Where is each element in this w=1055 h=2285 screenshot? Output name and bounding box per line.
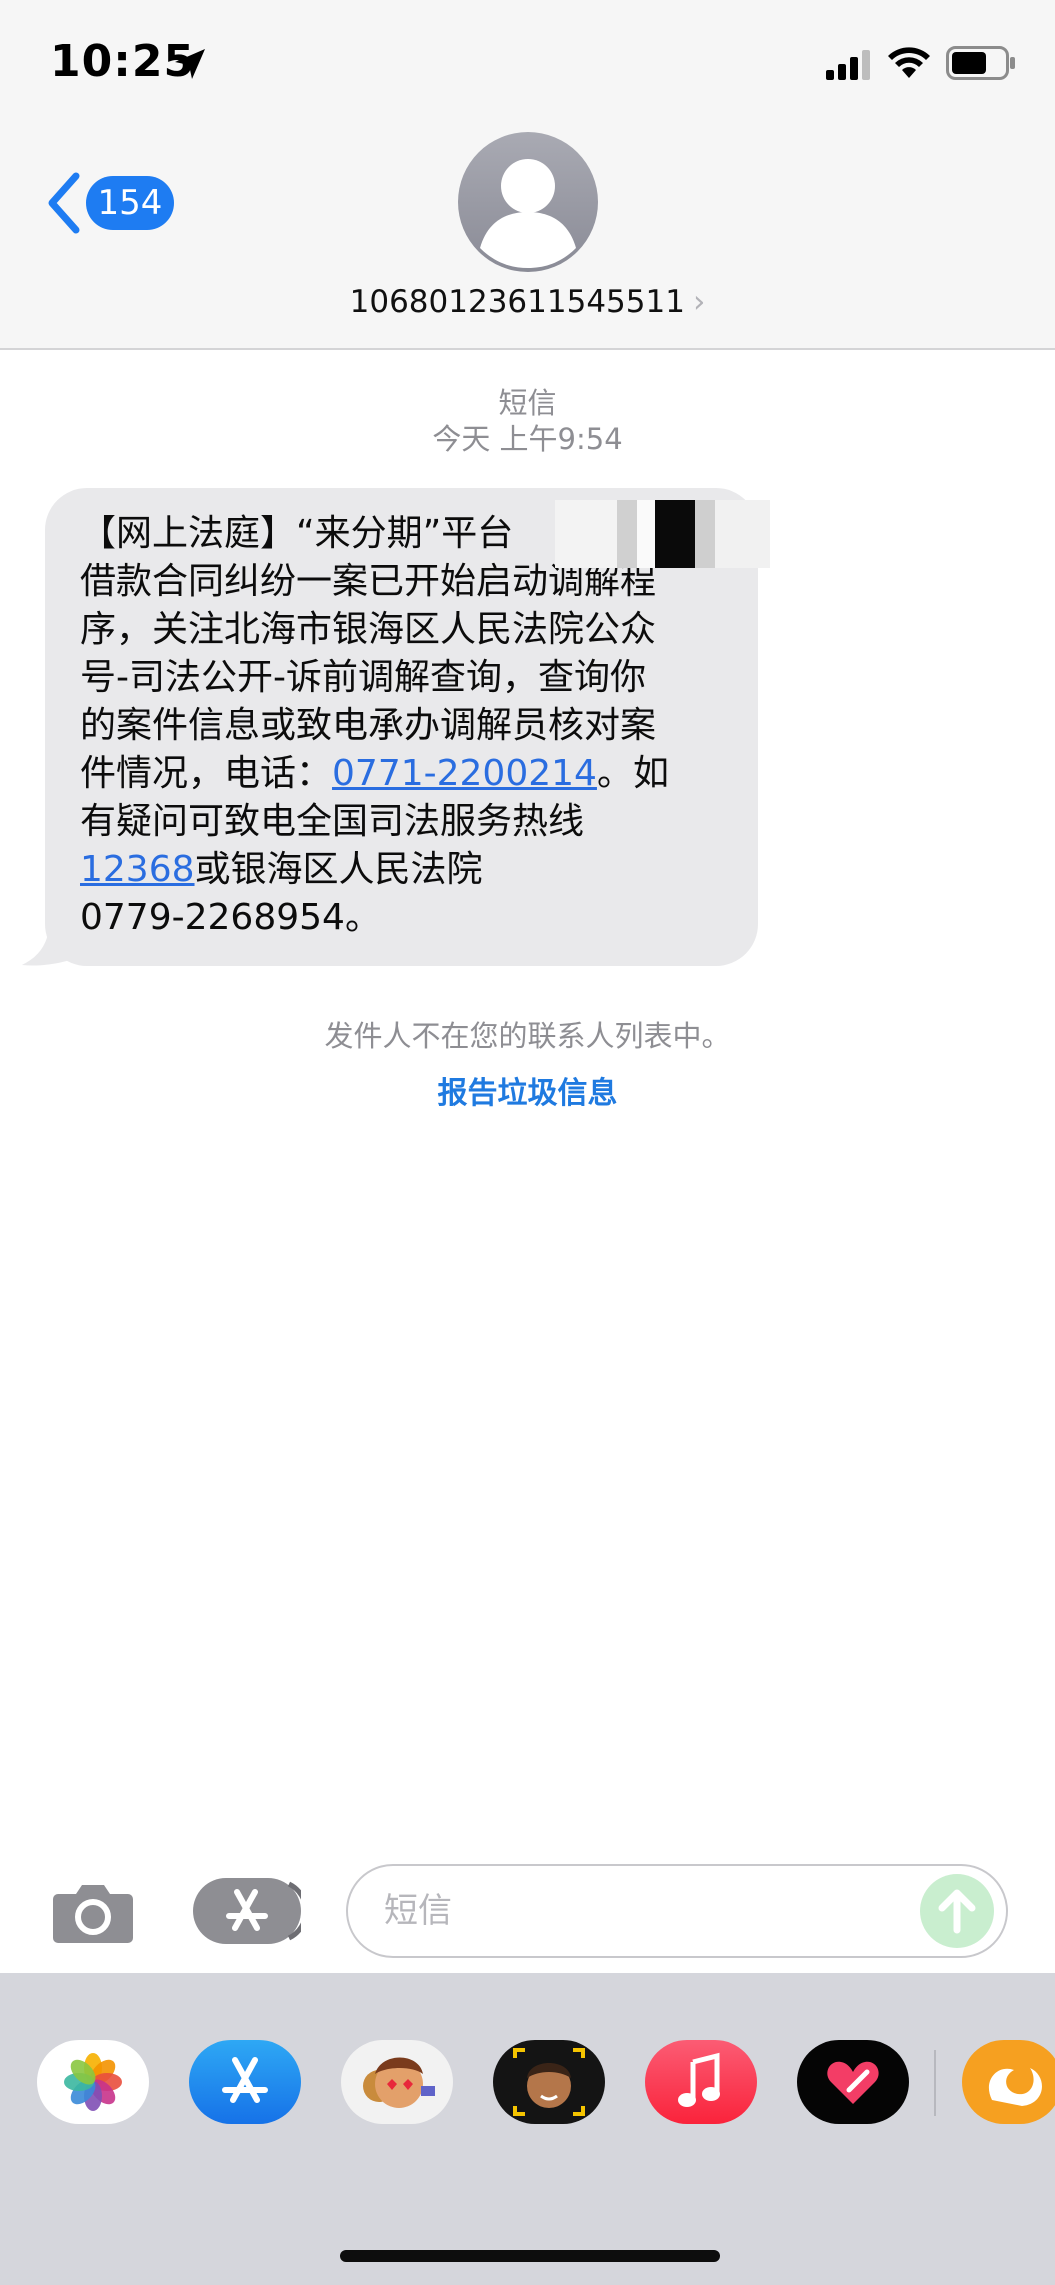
- conversation-meta: 短信 今天 上午9:54: [0, 385, 1055, 457]
- message-line-7: 有疑问可致电全国司法服务热线: [80, 801, 585, 842]
- uc-browser-icon[interactable]: [962, 2040, 1055, 2124]
- cellular-signal-icon: [826, 50, 870, 80]
- person-icon: [480, 159, 576, 268]
- arrow-up-icon: [938, 1889, 976, 1934]
- conversation-header: 10:25 154 10680123611545511 ›: [0, 0, 1055, 350]
- app-store-icon[interactable]: [189, 2040, 301, 2124]
- report-junk-link[interactable]: 报告垃圾信息: [0, 1068, 1055, 1112]
- digital-touch-icon[interactable]: [797, 2040, 909, 2124]
- app-drawer: [0, 1973, 1055, 2285]
- chevron-left-icon: [48, 172, 80, 234]
- redaction-overlay: [555, 500, 770, 568]
- message-line-3: 序，关注北海市银海区人民法院公众: [80, 609, 657, 650]
- service-label: 短信: [498, 386, 557, 420]
- home-indicator[interactable]: [340, 2250, 720, 2262]
- battery-icon: [946, 46, 1015, 80]
- app-store-icon: [226, 1881, 301, 1941]
- message-input[interactable]: 短信: [346, 1864, 1008, 1958]
- message-line-4: 号-司法公开-诉前调解查询，查询你: [80, 657, 646, 698]
- unread-count-badge[interactable]: 154: [86, 176, 174, 230]
- animoji-icon[interactable]: [493, 2040, 605, 2124]
- contact-chevron: ›: [692, 284, 706, 320]
- phone-link[interactable]: 0771-2200214: [332, 753, 597, 794]
- wifi-icon: [888, 47, 930, 78]
- drawer-divider: [934, 2050, 936, 2116]
- memoji-stickers-icon[interactable]: [341, 2040, 453, 2124]
- message-line-6: 件情况，电话：0771-2200214。如: [80, 750, 728, 798]
- photos-icon[interactable]: [37, 2040, 149, 2124]
- contact-number: 10680123611545511: [349, 284, 685, 320]
- contact-name[interactable]: 10680123611545511 ›: [0, 284, 1055, 320]
- message-text: 。如: [596, 753, 669, 794]
- message-text: 或银海区人民法院: [194, 849, 483, 890]
- location-arrow-icon: [175, 49, 205, 79]
- apps-button[interactable]: [193, 1878, 301, 1944]
- message-line-9: 0779-2268954。: [80, 897, 381, 938]
- camera-icon[interactable]: [52, 1882, 134, 1944]
- message-line-8: 12368或银海区人民法院: [80, 846, 728, 894]
- contact-avatar[interactable]: [458, 132, 598, 272]
- message-line-5: 的案件信息或致电承办调解员核对案: [80, 705, 657, 746]
- message-text: 件情况，电话：: [80, 753, 333, 794]
- hotline-link[interactable]: 12368: [80, 849, 195, 890]
- message-timestamp: 今天 上午9:54: [432, 422, 623, 456]
- not-in-contacts-notice: 发件人不在您的联系人列表中。: [324, 1019, 731, 1053]
- send-button[interactable]: [920, 1874, 994, 1948]
- music-icon[interactable]: [645, 2040, 757, 2124]
